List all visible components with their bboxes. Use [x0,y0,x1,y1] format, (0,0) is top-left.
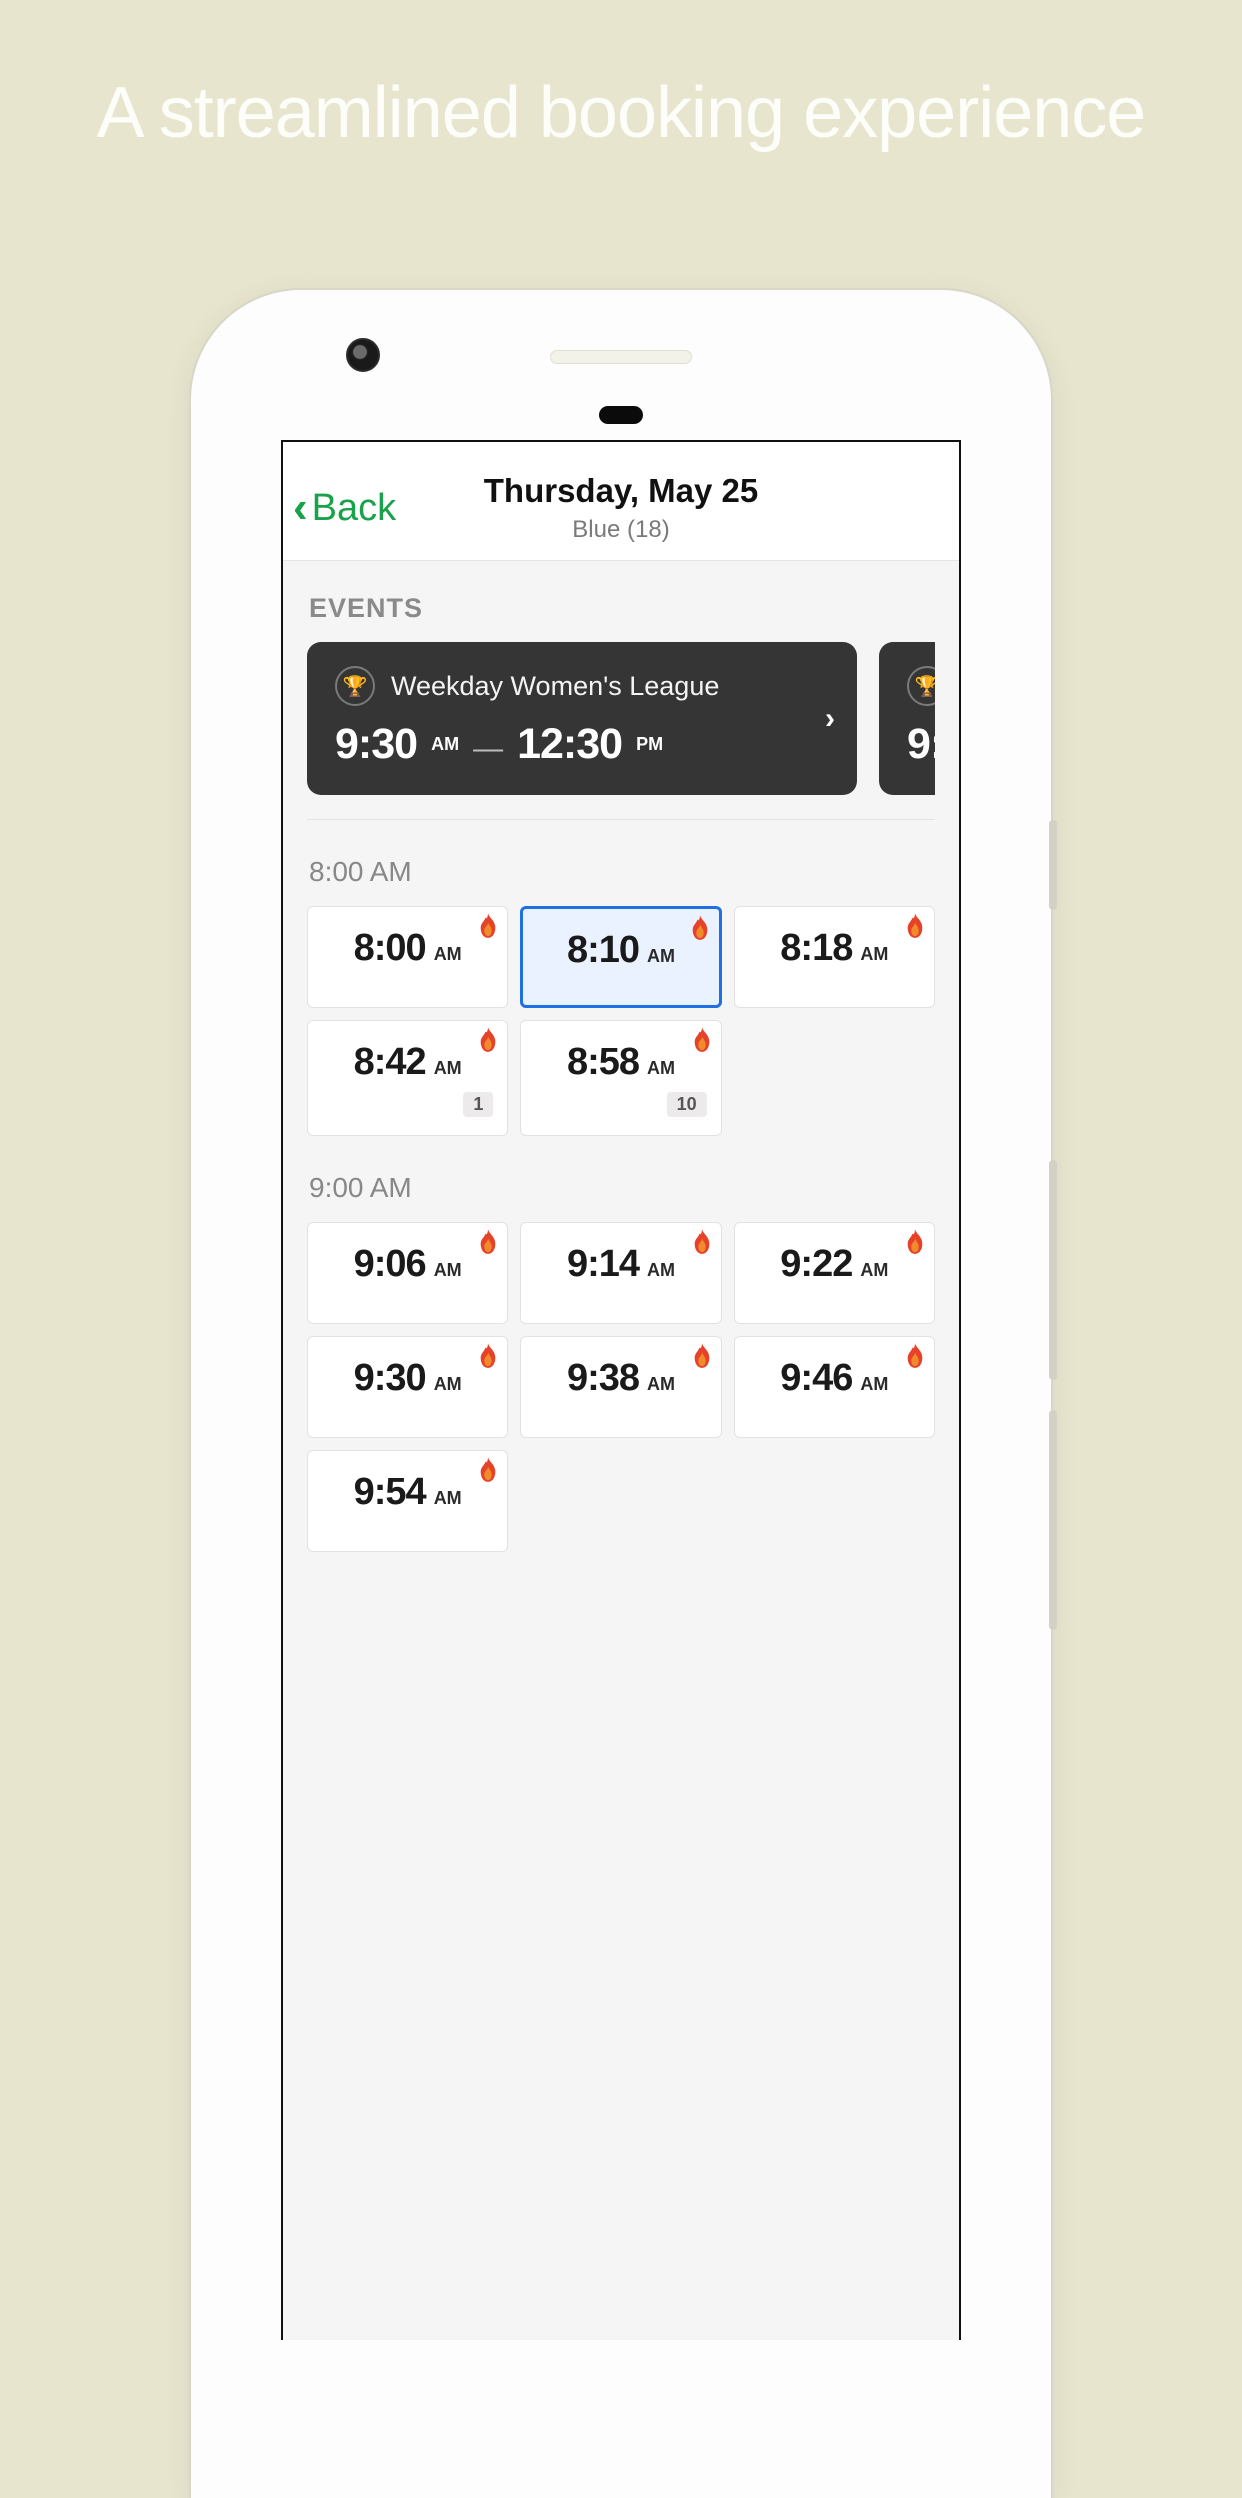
event-end-time: 12:30 [517,720,622,769]
slot-badge: 1 [463,1092,493,1117]
flame-icon [691,1229,713,1255]
slot-time: 8:18 [780,927,852,970]
slot-time: 9:06 [354,1243,426,1286]
hour-header: 9:00 AM [309,1172,935,1204]
tee-time-slot[interactable]: 9:06 AM [307,1222,508,1324]
nav-title: Thursday, May 25 [303,472,939,510]
promo-headline: A streamlined booking experience [0,70,1242,156]
hour-header: 8:00 AM [309,856,935,888]
event-start-ampm: AM [431,734,459,755]
chevron-left-icon: ‹ [293,486,308,530]
slot-ampm: AM [434,1488,462,1509]
slot-time: 9:54 [354,1471,426,1514]
event-start-time: 9: [907,720,935,769]
tee-time-slot[interactable]: 8:58 AM 10 [520,1020,721,1136]
slot-ampm: AM [647,1374,675,1395]
back-button[interactable]: ‹ Back [293,486,396,530]
slot-time: 8:10 [567,929,639,972]
slot-time: 9:30 [354,1357,426,1400]
slot-ampm: AM [860,1260,888,1281]
slot-badge: 10 [667,1092,707,1117]
flame-icon [904,913,926,939]
tee-time-slot[interactable]: 9:46 AM [734,1336,935,1438]
slot-time: 9:14 [567,1243,639,1286]
trophy-icon: 🏆 [335,666,375,706]
slot-ampm: AM [434,944,462,965]
tee-time-slot[interactable]: 9:22 AM [734,1222,935,1324]
events-carousel[interactable]: 🏆 Weekday Women's League 9:30 AM — 12:30… [307,642,935,820]
flame-icon [689,915,711,941]
slot-time: 9:46 [780,1357,852,1400]
flame-icon [477,1343,499,1369]
phone-frame: ‹ Back Thursday, May 25 Blue (18) EVENTS… [191,290,1051,2498]
slot-ampm: AM [434,1374,462,1395]
phone-side-button [1049,1410,1057,1630]
app-screen: ‹ Back Thursday, May 25 Blue (18) EVENTS… [281,440,961,2340]
slot-grid: 9:06 AM 9:14 AM 9:22 AM 9:30 AM 9:38 AM 9:46 A… [307,1222,935,1552]
event-time-range: 9: [907,720,935,769]
slot-ampm: AM [434,1058,462,1079]
slot-ampm: AM [860,944,888,965]
event-end-ampm: PM [636,734,663,755]
tee-time-slot[interactable]: 9:30 AM [307,1336,508,1438]
slot-time: 8:00 [354,927,426,970]
navbar: ‹ Back Thursday, May 25 Blue (18) [283,442,959,561]
tee-time-slot[interactable]: 9:54 AM [307,1450,508,1552]
phone-camera [346,338,380,372]
tee-time-slot[interactable]: 9:38 AM [520,1336,721,1438]
trophy-icon: 🏆 [907,666,935,706]
flame-icon [904,1229,926,1255]
slot-time: 9:38 [567,1357,639,1400]
flame-icon [477,913,499,939]
events-section-label: EVENTS [309,593,935,624]
slot-ampm: AM [647,946,675,967]
tee-time-slot[interactable]: 8:00 AM [307,906,508,1008]
tee-time-slot[interactable]: 8:18 AM [734,906,935,1008]
event-card[interactable]: 🏆 9: [879,642,935,795]
flame-icon [904,1343,926,1369]
slot-grid: 8:00 AM 8:10 AM 8:18 AM 8:42 AM 1 8:58 AM 10 [307,906,935,1136]
back-label: Back [312,487,396,530]
phone-side-button [1049,1160,1057,1380]
tee-time-slot[interactable]: 8:42 AM 1 [307,1020,508,1136]
event-start-time: 9:30 [335,720,417,769]
slot-ampm: AM [860,1374,888,1395]
event-time-range: 9:30 AM — 12:30 PM [335,720,829,769]
dash-icon: — [473,732,503,766]
slot-ampm: AM [434,1260,462,1281]
flame-icon [691,1343,713,1369]
nav-subtitle: Blue (18) [303,516,939,544]
slot-ampm: AM [647,1058,675,1079]
flame-icon [477,1229,499,1255]
flame-icon [477,1457,499,1483]
chevron-right-icon: › [825,702,835,736]
slot-time: 8:42 [354,1041,426,1084]
flame-icon [477,1027,499,1053]
tee-time-slot[interactable]: 8:10 AM [520,906,721,1008]
screen-body: EVENTS 🏆 Weekday Women's League 9:30 AM … [283,561,959,2340]
phone-side-button [1049,820,1057,910]
tee-time-slot[interactable]: 9:14 AM [520,1222,721,1324]
event-name: Weekday Women's League [391,671,719,702]
slot-time: 8:58 [567,1041,639,1084]
flame-icon [691,1027,713,1053]
slot-time: 9:22 [780,1243,852,1286]
slot-ampm: AM [647,1260,675,1281]
phone-sensor [599,406,643,424]
event-card[interactable]: 🏆 Weekday Women's League 9:30 AM — 12:30… [307,642,857,795]
